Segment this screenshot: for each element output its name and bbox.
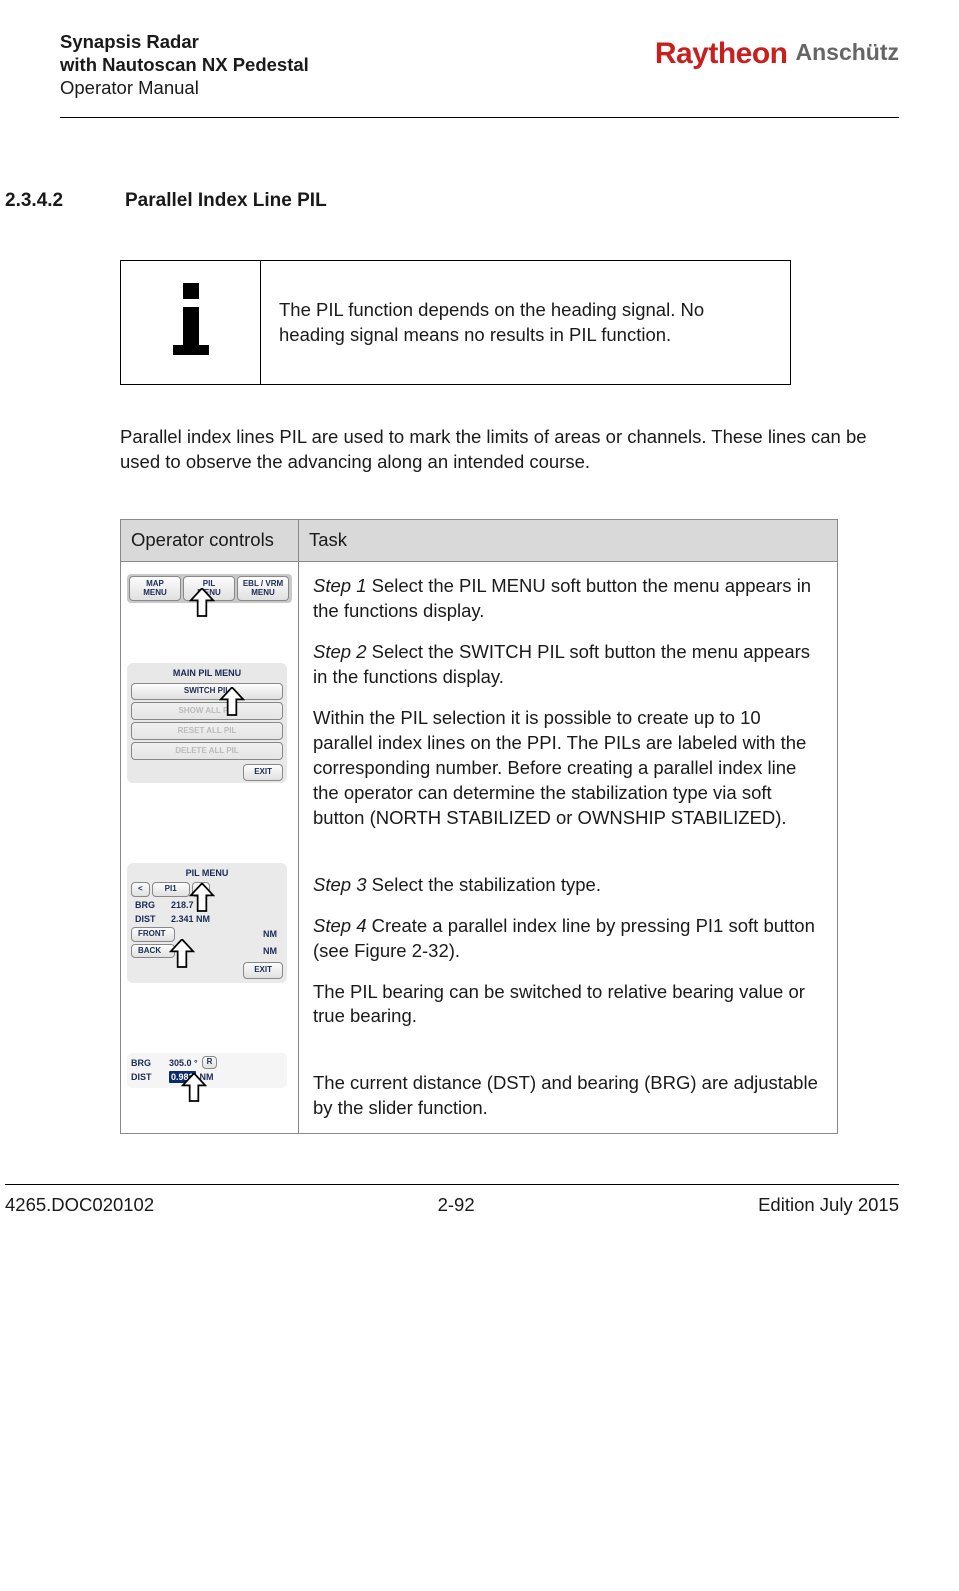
task-cell: Step 1 Select the PIL MENU soft button t… [299, 561, 838, 1134]
pil-dist-value: 2.341 NM [171, 913, 283, 925]
step3-text: Select the stabilization type. [372, 874, 601, 895]
cursor-arrow-icon [181, 1073, 207, 1103]
brg-mode-button[interactable]: R [202, 1056, 218, 1069]
step1-text: Select the PIL MENU soft button the menu… [313, 575, 811, 621]
dist-label: DIST [131, 1071, 165, 1083]
info-icon-cell [121, 261, 261, 385]
step3-label: Step 3 [313, 874, 367, 895]
pi-prev-button[interactable]: < [131, 882, 150, 897]
ebl-vrm-menu-button[interactable]: EBL / VRM MENU [237, 576, 289, 602]
section-heading: 2.3.4.2 Parallel Index Line PIL [5, 188, 899, 214]
pil-menu-panel: PIL MENU < PI1 > BRG218.7 DIST2.341 NM F… [127, 863, 287, 984]
info-icon [173, 283, 209, 355]
col-header-operator: Operator controls [121, 519, 299, 561]
step4-label: Step 4 [313, 915, 367, 936]
intro-paragraph: Parallel index lines PIL are used to mar… [120, 425, 899, 475]
task-para2: The PIL bearing can be switched to relat… [313, 980, 823, 1030]
pil-exit-button[interactable]: EXIT [243, 962, 283, 979]
step2-text: Select the SWITCH PIL soft button the me… [313, 641, 810, 687]
page-footer: 4265.DOC020102 2-92 Edition July 2015 [5, 1184, 899, 1218]
raytheon-logo: Raytheon [655, 34, 788, 75]
step2-label: Step 2 [313, 641, 367, 662]
header-line1: Synapsis Radar [60, 30, 309, 53]
brg-value: 305.0 ° [169, 1057, 198, 1069]
reset-all-pil-button[interactable]: RESET ALL PIL [131, 722, 283, 740]
header-line2: with Nautoscan NX Pedestal [60, 53, 309, 76]
cursor-arrow-icon [189, 588, 215, 618]
task-para3: The current distance (DST) and bearing (… [313, 1071, 823, 1121]
pil-brg-value: 218.7 [171, 899, 283, 911]
task-para1: Within the PIL selection it is possible … [313, 706, 823, 831]
footer-doc: 4265.DOC020102 [5, 1193, 154, 1218]
header-line3: Operator Manual [60, 76, 309, 99]
page-header: Synapsis Radar with Nautoscan NX Pedesta… [60, 30, 899, 118]
info-note-text: The PIL function depends on the heading … [261, 261, 791, 385]
main-pil-menu-panel: MAIN PIL MENU SWITCH PIL SHOW ALL PIL RE… [127, 663, 287, 782]
pil-brg-label: BRG [131, 899, 169, 911]
pil-menu-title: PIL MENU [131, 867, 283, 879]
switch-pil-button[interactable]: SWITCH PIL [131, 683, 283, 701]
map-menu-button[interactable]: MAP MENU [129, 576, 181, 602]
col-header-task: Task [299, 519, 838, 561]
anschutz-logo: Anschütz [796, 37, 900, 68]
show-all-pil-button[interactable]: SHOW ALL PIL [131, 702, 283, 720]
main-pil-exit-button[interactable]: EXIT [243, 764, 283, 781]
brg-label: BRG [131, 1057, 165, 1069]
main-pil-menu-title: MAIN PIL MENU [131, 667, 283, 679]
step1-label: Step 1 [313, 575, 367, 596]
info-note-table: The PIL function depends on the heading … [120, 260, 791, 385]
cursor-arrow-icon [189, 883, 215, 913]
step4-text: Create a parallel index line by pressing… [313, 915, 815, 961]
pi1-button[interactable]: PI1 [152, 882, 190, 897]
pil-dist-label: DIST [131, 913, 169, 925]
cursor-arrow-icon [169, 939, 195, 969]
section-number: 2.3.4.2 [5, 188, 125, 214]
cursor-arrow-icon [219, 687, 245, 717]
task-table: Operator controls Task MAP MENU PIL MENU… [120, 519, 838, 1134]
header-left: Synapsis Radar with Nautoscan NX Pedesta… [60, 30, 309, 99]
section-title: Parallel Index Line PIL [125, 188, 327, 214]
footer-page: 2-92 [438, 1193, 475, 1218]
header-logo: Raytheon Anschütz [655, 34, 899, 75]
operator-controls-cell: MAP MENU PIL MENU EBL / VRM MENU MAIN PI… [121, 561, 299, 1134]
delete-all-pil-button[interactable]: DELETE ALL PIL [131, 742, 283, 760]
brg-dist-panel: BRG 305.0 ° R DIST 0.981 NM [127, 1053, 287, 1088]
footer-edition: Edition July 2015 [758, 1193, 899, 1218]
